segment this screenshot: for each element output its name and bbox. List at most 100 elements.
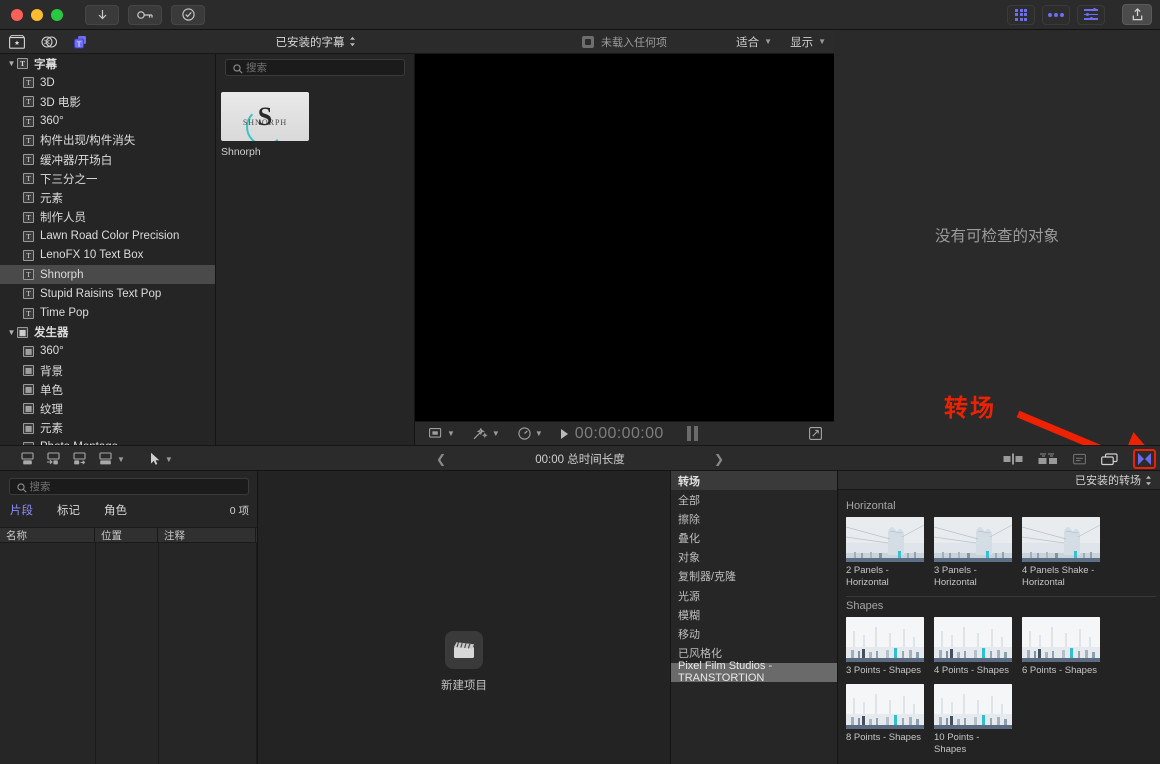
viewer-enhance-menu[interactable]: ▼ [473, 428, 500, 440]
transition-category-item[interactable]: 对象 [671, 548, 837, 567]
column-header-position[interactable]: 位置 [95, 527, 158, 543]
sidebar-item[interactable]: ▦Photo Montage [0, 438, 215, 445]
viewer-transform-menu[interactable]: ▼ [429, 428, 455, 439]
tab-roles[interactable]: 角色 [104, 502, 127, 518]
transition-category-item[interactable]: 复制器/克隆 [671, 567, 837, 586]
sidebar-item[interactable]: TStupid Raisins Text Pop [0, 284, 215, 303]
sidebar-item[interactable]: T元素 [0, 188, 215, 207]
sidebar-item[interactable]: ▦单色 [0, 380, 215, 399]
transition-category-item[interactable]: 叠化 [671, 528, 837, 547]
grid-view-icon[interactable] [1007, 5, 1035, 25]
transition-category-item[interactable]: 擦除 [671, 509, 837, 528]
maximize-button[interactable] [51, 9, 63, 21]
sidebar-item[interactable]: T缓冲器/开场白 [0, 150, 215, 169]
sidebar-item[interactable]: T构件出现/构件消失 [0, 131, 215, 150]
sidebar-item[interactable]: T3D [0, 73, 215, 92]
viewer-canvas[interactable] [415, 54, 834, 426]
transition-item[interactable]: 8 Points - Shapes [846, 684, 924, 756]
browser-item[interactable]: S SHNORPH Shnorph [221, 92, 317, 158]
title-type-icon: T [23, 96, 34, 107]
audio-meters-icon[interactable] [1077, 5, 1105, 25]
viewer-fit-menu[interactable]: 适合 ▼ [736, 34, 772, 50]
timeline-panel[interactable]: 新建项目 [258, 471, 670, 764]
disclosure-triangle-icon[interactable]: ▼ [6, 328, 17, 337]
effects-browser-icon[interactable] [1101, 453, 1118, 466]
tool-select-icon[interactable]: ▼ [150, 452, 173, 466]
transition-category-item[interactable]: 移动 [671, 624, 837, 643]
next-arrow-icon[interactable]: ❯ [714, 452, 724, 466]
transition-item[interactable]: 2 Panels - Horizontal [846, 517, 924, 589]
transition-item[interactable]: 4 Points - Shapes [934, 617, 1012, 677]
chevron-down-icon: ▼ [535, 429, 543, 438]
sidebar-item[interactable]: ▼▦发生器 [0, 323, 215, 342]
insert-icon[interactable] [46, 452, 61, 466]
share-icon[interactable] [1122, 4, 1152, 25]
transition-item-label: 8 Points - Shapes [846, 732, 924, 744]
transition-thumbnail [1022, 617, 1100, 662]
sidebar-item[interactable]: ▦纹理 [0, 399, 215, 418]
color-board-icon[interactable] [1042, 5, 1070, 25]
retime-icon[interactable] [1038, 453, 1058, 466]
viewer-fullscreen-button[interactable] [809, 427, 822, 440]
effects-icon[interactable] [41, 35, 57, 49]
sidebar-item[interactable]: ▦背景 [0, 361, 215, 380]
viewer-display-menu[interactable]: 显示 ▼ [790, 34, 826, 50]
sidebar-item[interactable]: T3D 电影 [0, 92, 215, 111]
transition-item[interactable]: 3 Points - Shapes [846, 617, 924, 677]
close-button[interactable] [11, 9, 23, 21]
title-type-icon: T [23, 269, 34, 280]
overwrite-icon[interactable] [72, 452, 87, 466]
index-row-list[interactable] [0, 543, 257, 764]
new-project-placeholder[interactable]: 新建项目 [258, 631, 670, 693]
effects-sidebar[interactable]: ▼T字幕T3DT3D 电影T360°T构件出现/构件消失T缓冲器/开场白T下三分… [0, 54, 216, 445]
browser-header[interactable]: 已安装的字幕 [216, 30, 415, 54]
captions-icon[interactable] [1073, 453, 1086, 466]
disclosure-triangle-icon[interactable]: ▼ [6, 59, 17, 68]
sidebar-item[interactable]: ▼T字幕 [0, 54, 215, 73]
transition-category-item[interactable]: 光源 [671, 586, 837, 605]
transition-category-item[interactable]: Pixel Film Studios - TRANSTORTION [671, 663, 837, 682]
index-search-input[interactable]: 搜索 [9, 478, 249, 495]
browser-search-input[interactable]: 搜索 [225, 59, 405, 76]
viewer-timecode[interactable]: 00:00:00:00 [561, 425, 698, 443]
library-icon[interactable] [9, 35, 25, 49]
play-icon [561, 429, 568, 439]
transition-item[interactable]: 10 Points - Shapes [934, 684, 1012, 756]
sidebar-item[interactable]: TLawn Road Color Precision [0, 227, 215, 246]
background-tasks-button[interactable] [171, 5, 205, 25]
sidebar-item[interactable]: T制作人员 [0, 208, 215, 227]
viewer-speed-menu[interactable]: ▼ [518, 427, 543, 440]
transition-category-item[interactable]: 全部 [671, 490, 837, 509]
sidebar-item[interactable]: TLenoFX 10 Text Box [0, 246, 215, 265]
sidebar-item[interactable]: TShnorph [0, 265, 215, 284]
append-icon[interactable] [20, 452, 35, 466]
transition-item[interactable]: 6 Points - Shapes [1022, 617, 1100, 677]
sidebar-item[interactable]: T下三分之一 [0, 169, 215, 188]
transition-category-item[interactable]: 模糊 [671, 605, 837, 624]
pause-icon[interactable] [687, 426, 698, 441]
trim-icon[interactable] [1003, 453, 1023, 465]
transition-item[interactable]: 3 Panels - Horizontal [934, 517, 1012, 589]
keyword-editor-button[interactable] [128, 5, 162, 25]
sort-chevron-icon[interactable] [349, 36, 356, 47]
browser-item-label: Shnorph [221, 146, 317, 158]
transitions-browser-header[interactable]: 已安装的转场 [838, 471, 1160, 490]
sidebar-item[interactable]: T360° [0, 112, 215, 131]
connect-icon[interactable]: ▼ [98, 452, 125, 466]
minimize-button[interactable] [31, 9, 43, 21]
tab-clips[interactable]: 片段 [10, 502, 33, 518]
sidebar-item[interactable]: ▦元素 [0, 419, 215, 438]
transition-item[interactable]: 4 Panels Shake - Horizontal [1022, 517, 1100, 589]
prev-arrow-icon[interactable]: ❮ [436, 452, 446, 466]
transitions-category-sidebar[interactable]: 转场 全部擦除叠化对象复制器/克隆光源模糊移动已风格化Pixel Film St… [670, 471, 838, 764]
sidebar-item[interactable]: TTime Pop [0, 303, 215, 322]
column-header-notes[interactable]: 注释 [158, 527, 256, 543]
titles-icon[interactable]: T [73, 35, 89, 49]
sidebar-item[interactable]: ▦360° [0, 342, 215, 361]
column-header-name[interactable]: 名称 [0, 527, 95, 543]
import-media-button[interactable] [85, 5, 119, 25]
sort-chevron-icon[interactable] [1145, 475, 1152, 486]
browser-search-placeholder: 搜索 [246, 60, 267, 75]
transitions-browser-icon[interactable] [1133, 449, 1156, 469]
tab-tags[interactable]: 标记 [57, 502, 80, 518]
